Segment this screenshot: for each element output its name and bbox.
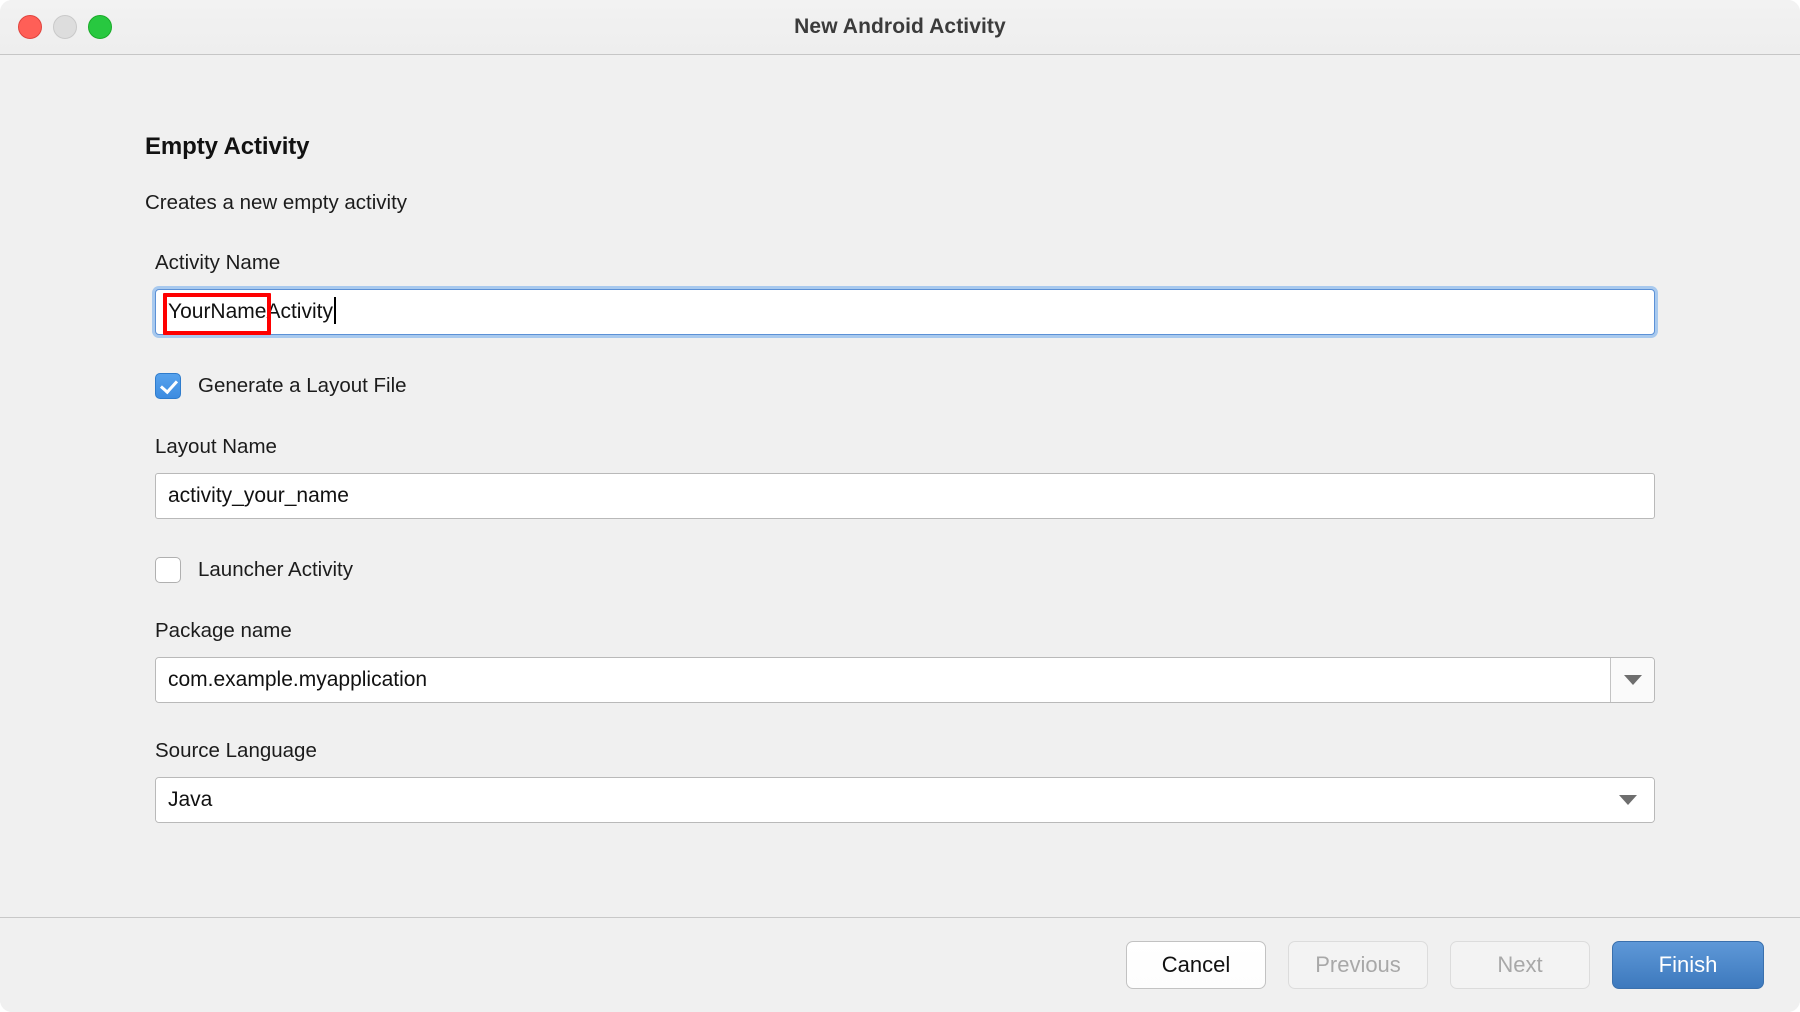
layout-name-input[interactable]: activity_your_name xyxy=(155,473,1655,519)
chevron-down-icon xyxy=(1619,795,1637,805)
generate-layout-checkbox[interactable] xyxy=(155,373,181,399)
source-language-combobox[interactable]: Java xyxy=(155,777,1655,823)
layout-name-value: activity_your_name xyxy=(168,484,349,507)
text-caret xyxy=(333,296,336,324)
dialog-body: Empty Activity Creates a new empty activ… xyxy=(0,55,1800,917)
generate-layout-checkbox-row[interactable]: Generate a Layout File xyxy=(145,373,1655,399)
minimize-window-button[interactable] xyxy=(53,15,77,39)
next-button: Next xyxy=(1450,941,1590,989)
previous-button: Previous xyxy=(1288,941,1428,989)
package-name-value[interactable]: com.example.myapplication xyxy=(156,658,1610,702)
activity-name-label: Activity Name xyxy=(155,251,281,274)
page-description: Creates a new empty activity xyxy=(145,191,408,214)
dialog-footer: Cancel Previous Next Finish xyxy=(0,917,1800,1012)
source-language-dropdown-button[interactable] xyxy=(1602,778,1654,822)
new-android-activity-dialog: New Android Activity Empty Activity Crea… xyxy=(0,0,1800,1012)
generate-layout-label: Generate a Layout File xyxy=(198,374,407,397)
launcher-activity-checkbox[interactable] xyxy=(155,557,181,583)
launcher-activity-label: Launcher Activity xyxy=(198,558,353,581)
source-language-field-block: Source Language Java xyxy=(145,739,1655,823)
layout-name-field-block: Layout Name activity_your_name xyxy=(145,435,1655,519)
activity-name-value: YourNameActivity xyxy=(163,293,333,335)
dialog-content: Empty Activity Creates a new empty activ… xyxy=(0,133,1800,823)
package-name-combobox[interactable]: com.example.myapplication xyxy=(155,657,1655,703)
zoom-window-button[interactable] xyxy=(88,15,112,39)
package-name-dropdown-button[interactable] xyxy=(1610,658,1654,702)
source-language-value[interactable]: Java xyxy=(156,778,1602,822)
package-name-field-block: Package name com.example.myapplication xyxy=(145,619,1655,703)
activity-name-text: YourNameActivity xyxy=(168,300,333,323)
finish-button[interactable]: Finish xyxy=(1612,941,1764,989)
page-title: Empty Activity xyxy=(145,133,310,160)
cancel-button[interactable]: Cancel xyxy=(1126,941,1266,989)
source-language-label: Source Language xyxy=(155,739,317,762)
activity-name-field-block: Activity Name YourNameActivity xyxy=(145,251,1655,335)
chevron-down-icon xyxy=(1623,675,1642,685)
window-title: New Android Activity xyxy=(794,15,1006,38)
layout-name-label: Layout Name xyxy=(155,435,277,458)
activity-name-input[interactable]: YourNameActivity xyxy=(155,289,1655,335)
traffic-light-group xyxy=(18,15,112,39)
close-window-button[interactable] xyxy=(18,15,42,39)
launcher-activity-checkbox-row[interactable]: Launcher Activity xyxy=(145,557,1655,583)
title-bar: New Android Activity xyxy=(0,0,1800,55)
package-name-label: Package name xyxy=(155,619,292,642)
